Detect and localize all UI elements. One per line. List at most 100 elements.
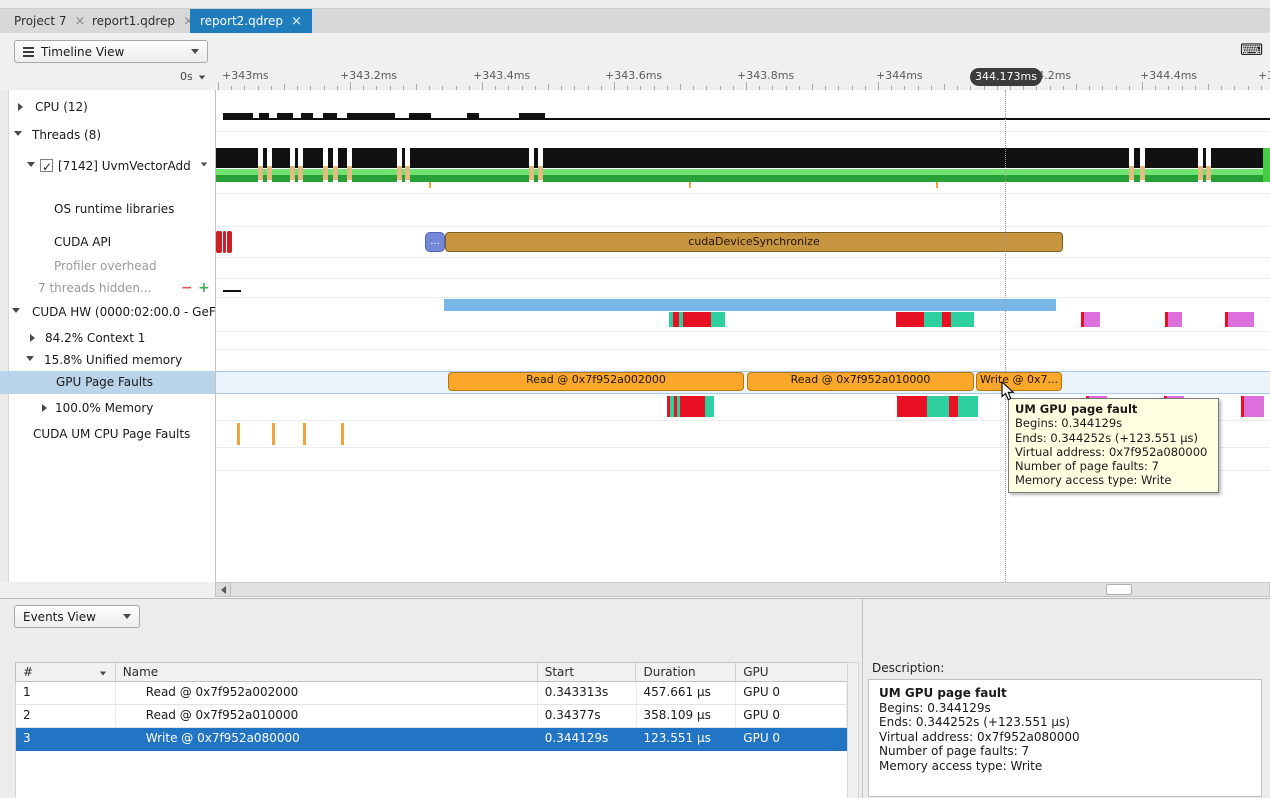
um-cpu-page-fault-tick[interactable]	[341, 423, 344, 445]
thread-state-end-block	[1263, 148, 1270, 182]
ruler-tick	[1142, 82, 1143, 90]
os-runtime-marker	[529, 166, 534, 180]
table-cell: 0.344129s	[538, 728, 637, 750]
table-cell: 1	[16, 682, 116, 704]
cuda-device-synchronize-bar[interactable]: cudaDeviceSynchronize	[445, 232, 1063, 252]
sidebar-item-gpu-page-faults[interactable]: GPU Page Faults	[0, 371, 215, 394]
gpu-page-fault-bar[interactable]: Write @ 0x7...	[976, 372, 1062, 391]
column-header-name[interactable]: Name	[116, 663, 538, 681]
sidebar-item-context1[interactable]: 84.2% Context 1	[0, 327, 215, 349]
sidebar-item-label: CUDA API	[54, 231, 111, 253]
timeline-horizontal-scrollbar[interactable]	[215, 582, 1270, 597]
sidebar-item-profiler-overhead[interactable]: Profiler overhead	[0, 255, 215, 277]
expand-arrow-icon[interactable]	[18, 103, 23, 111]
close-icon[interactable]: ×	[291, 14, 302, 29]
events-table-vscrollbar[interactable]	[847, 662, 859, 798]
show-more-button[interactable]: +	[198, 277, 210, 299]
table-row[interactable]: 3Write @ 0x7f952a0800000.344129s123.551 …	[16, 728, 847, 751]
ruler-tick	[482, 82, 483, 90]
os-runtime-marker	[1206, 166, 1211, 180]
cpu-utilization-peak	[467, 113, 479, 119]
cuda-api-call-bar[interactable]	[216, 231, 222, 253]
memory-transfer-segment[interactable]	[949, 396, 958, 417]
gpu-page-fault-bar[interactable]: Read @ 0x7f952a002000	[448, 372, 744, 391]
scroll-left-button[interactable]	[216, 583, 231, 596]
cuda-hw-kernel-bar[interactable]	[444, 299, 1056, 311]
sidebar-item-label: GPU Page Faults	[56, 371, 153, 393]
expand-arrow-icon[interactable]	[30, 334, 35, 342]
memory-transfer-segment[interactable]	[1244, 396, 1264, 417]
column-header-duration[interactable]: Duration	[636, 663, 736, 681]
sidebar-item-thread-uvmvectoradd[interactable]: [7142] UvmVectorAdd	[0, 155, 215, 177]
cuda-hw-memory-segment[interactable]	[711, 312, 725, 327]
sidebar-item-threads-hidden[interactable]: 7 threads hidden... − +	[0, 277, 215, 299]
cuda-hw-memory-segment[interactable]	[1084, 312, 1100, 327]
thread-checkbox[interactable]	[40, 159, 53, 172]
cuda-api-collapsed-events-chip[interactable]: ...	[425, 232, 445, 252]
cuda-api-call-bar[interactable]	[227, 231, 232, 253]
sidebar-item-unified-memory[interactable]: 15.8% Unified memory	[0, 349, 215, 371]
scrollbar-thumb[interactable]	[1106, 584, 1132, 595]
expand-arrow-icon[interactable]	[42, 404, 47, 412]
row-separator	[216, 278, 1270, 279]
chevron-down-icon[interactable]	[199, 76, 205, 80]
um-cpu-page-fault-tick[interactable]	[272, 423, 275, 445]
row-separator	[216, 331, 1270, 332]
memory-transfer-segment[interactable]	[927, 396, 949, 417]
thread-activity-bar[interactable]	[216, 148, 1270, 168]
cuda-hw-memory-segment[interactable]	[924, 312, 942, 327]
sidebar-item-um-cpu-page-faults[interactable]: CUDA UM CPU Page Faults	[0, 423, 215, 445]
cuda-hw-memory-segment[interactable]	[942, 312, 951, 327]
column-label: Name	[123, 665, 158, 679]
keyboard-shortcuts-icon[interactable]: ⌨	[1240, 40, 1263, 59]
table-row[interactable]: 2Read @ 0x7f952a0100000.34377s358.109 µs…	[16, 705, 847, 728]
tooltip-line: Virtual address: 0x7f952a080000	[1015, 445, 1212, 459]
view-selector-dropdown[interactable]: Timeline View	[14, 40, 208, 63]
um-cpu-page-fault-tick[interactable]	[237, 423, 240, 445]
tooltip-line: Memory access type: Write	[1015, 473, 1212, 487]
sidebar-item-cuda-hw[interactable]: CUDA HW (0000:02:00.0 - GeF	[0, 301, 215, 323]
column-header-start[interactable]: Start	[538, 663, 637, 681]
show-fewer-button[interactable]: −	[181, 277, 193, 299]
table-cell: Read @ 0x7f952a002000	[116, 682, 538, 704]
um-cpu-page-fault-tick[interactable]	[303, 423, 306, 445]
tooltip-lines: Begins: 0.344129sEnds: 0.344252s (+123.5…	[1015, 416, 1212, 487]
sidebar-item-os-runtime[interactable]: OS runtime libraries	[0, 198, 215, 220]
table-row[interactable]: 1Read @ 0x7f952a0020000.343313s457.661 µ…	[16, 682, 847, 705]
chevron-down-icon[interactable]	[201, 163, 207, 167]
tab-report2-active[interactable]: report2.qdrep×	[190, 9, 312, 33]
memory-transfer-segment[interactable]	[680, 396, 705, 417]
row-separator	[216, 131, 1270, 132]
collapse-arrow-icon[interactable]	[14, 131, 22, 136]
table-cell: 0.34377s	[538, 705, 637, 727]
memory-transfer-segment[interactable]	[897, 396, 927, 417]
time-ruler[interactable]: 0s +343ms+343.2ms+343.4ms+343.6ms+343.8m…	[0, 66, 1270, 91]
memory-transfer-segment[interactable]	[958, 396, 978, 417]
events-view-dropdown[interactable]: Events View	[14, 605, 140, 628]
sidebar-item-memory[interactable]: 100.0% Memory	[0, 397, 215, 419]
tab-report1[interactable]: report1.qdrep×	[82, 9, 204, 33]
cuda-hw-memory-segment[interactable]	[896, 312, 924, 327]
cpu-utilization-peak	[519, 113, 545, 119]
collapse-arrow-icon[interactable]	[27, 162, 35, 167]
collapse-arrow-icon[interactable]	[26, 356, 34, 361]
window-top-strip	[0, 0, 1270, 9]
os-runtime-marker	[258, 166, 263, 180]
column-header-num[interactable]: #	[16, 663, 116, 681]
sidebar-item-cuda-api[interactable]: CUDA API	[0, 231, 215, 253]
menu-icon	[23, 51, 34, 53]
column-header-gpu[interactable]: GPU	[736, 663, 847, 681]
cuda-hw-memory-segment[interactable]	[683, 312, 711, 327]
sidebar-item-cpu[interactable]: CPU (12)	[0, 96, 215, 118]
cuda-hw-memory-segment[interactable]	[1168, 312, 1182, 327]
memory-transfer-segment[interactable]	[705, 396, 714, 417]
sidebar-item-label: 100.0% Memory	[55, 397, 153, 419]
cuda-hw-memory-segment[interactable]	[1228, 312, 1254, 327]
cuda-hw-memory-segment[interactable]	[951, 312, 974, 327]
sidebar-item-threads[interactable]: Threads (8)	[0, 124, 215, 146]
table-cell: 0.343313s	[538, 682, 637, 704]
collapse-arrow-icon[interactable]	[12, 308, 20, 313]
gpu-page-fault-bar[interactable]: Read @ 0x7f952a010000	[747, 372, 974, 391]
cuda-api-call-bar[interactable]	[223, 231, 226, 253]
timeline-tracks[interactable]: ... cudaDeviceSynchronize Read @ 0x7f952…	[215, 90, 1270, 582]
